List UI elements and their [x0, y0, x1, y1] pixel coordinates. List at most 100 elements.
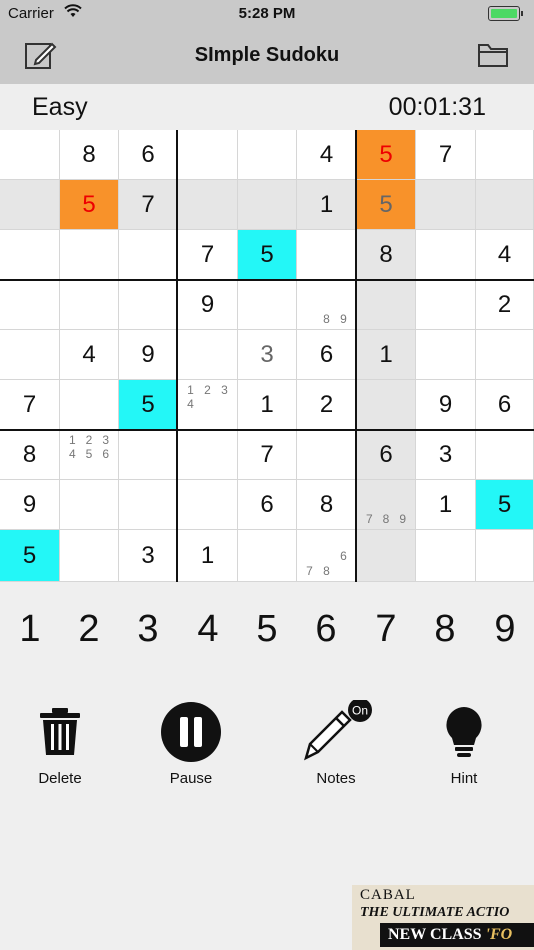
sudoku-cell[interactable] [238, 280, 297, 330]
sudoku-cell[interactable] [238, 180, 297, 230]
sudoku-cell[interactable] [416, 330, 476, 380]
sudoku-cell[interactable]: 6 [357, 430, 416, 480]
sudoku-cell[interactable]: 8 [0, 430, 60, 480]
sudoku-cell[interactable]: 6 [476, 380, 534, 430]
sudoku-cell[interactable]: 789 [357, 480, 416, 530]
sudoku-cell[interactable]: 9 [416, 380, 476, 430]
sudoku-cell[interactable] [0, 330, 60, 380]
sudoku-cell[interactable]: 8 [297, 480, 357, 530]
cell-value: 4 [319, 140, 334, 168]
sudoku-cell[interactable] [119, 430, 178, 480]
sudoku-cell[interactable]: 6 [119, 130, 178, 180]
sudoku-cell[interactable]: 2 [476, 280, 534, 330]
sudoku-cell[interactable] [178, 430, 238, 480]
sudoku-cell[interactable] [178, 480, 238, 530]
notes-button[interactable]: On Notes [286, 700, 386, 787]
sudoku-cell[interactable] [357, 380, 416, 430]
digit-1-button[interactable]: 1 [10, 608, 50, 651]
sudoku-cell[interactable]: 1 [357, 330, 416, 380]
pause-button[interactable]: Pause [141, 700, 241, 787]
sudoku-cell[interactable] [416, 530, 476, 582]
digit-8-button[interactable]: 8 [425, 608, 465, 651]
sudoku-cell[interactable] [416, 230, 476, 280]
folder-icon[interactable] [478, 42, 512, 68]
sudoku-cell[interactable] [476, 130, 534, 180]
sudoku-cell[interactable] [476, 330, 534, 380]
sudoku-cell[interactable] [60, 280, 119, 330]
sudoku-cell[interactable]: 8 [60, 130, 119, 180]
sudoku-cell[interactable]: 5 [357, 180, 416, 230]
sudoku-cell[interactable]: 3 [238, 330, 297, 380]
sudoku-cell[interactable] [60, 380, 119, 430]
sudoku-cell[interactable] [0, 230, 60, 280]
sudoku-cell[interactable] [60, 480, 119, 530]
sudoku-cell[interactable]: 3 [119, 530, 178, 582]
sudoku-cell[interactable] [357, 280, 416, 330]
sudoku-cell[interactable] [476, 180, 534, 230]
sudoku-cell[interactable]: 6 [297, 330, 357, 380]
hint-button[interactable]: Hint [414, 700, 514, 787]
sudoku-cell[interactable] [416, 180, 476, 230]
sudoku-cell[interactable]: 5 [476, 480, 534, 530]
digit-7-button[interactable]: 7 [366, 608, 406, 651]
sudoku-cell[interactable]: 9 [178, 280, 238, 330]
sudoku-cell[interactable]: 89 [297, 280, 357, 330]
sudoku-cell[interactable]: 1 [178, 530, 238, 582]
digit-2-button[interactable]: 2 [69, 608, 109, 651]
sudoku-cell[interactable]: 7 [119, 180, 178, 230]
sudoku-cell[interactable] [297, 430, 357, 480]
sudoku-cell[interactable] [238, 130, 297, 180]
sudoku-cell[interactable] [357, 530, 416, 582]
sudoku-cell[interactable] [0, 130, 60, 180]
sudoku-cell[interactable]: 7 [416, 130, 476, 180]
sudoku-cell[interactable] [178, 180, 238, 230]
digit-4-button[interactable]: 4 [188, 608, 228, 651]
sudoku-cell[interactable]: 8 [357, 230, 416, 280]
cell-value: 1 [379, 340, 393, 368]
sudoku-cell[interactable]: 1 [416, 480, 476, 530]
digit-5-button[interactable]: 5 [247, 608, 287, 651]
sudoku-cell[interactable]: 123 456 [60, 430, 119, 480]
digit-6-button[interactable]: 6 [306, 608, 346, 651]
sudoku-cell[interactable] [178, 330, 238, 380]
sudoku-cell[interactable] [60, 530, 119, 582]
sudoku-cell[interactable] [119, 230, 178, 280]
sudoku-cell[interactable] [0, 180, 60, 230]
sudoku-cell[interactable]: 6 [238, 480, 297, 530]
sudoku-cell[interactable]: 123 4 [178, 380, 238, 430]
sudoku-cell[interactable]: 7 [0, 380, 60, 430]
sudoku-cell[interactable] [238, 530, 297, 582]
sudoku-cell[interactable]: 2 [297, 380, 357, 430]
sudoku-cell[interactable]: 4 [60, 330, 119, 380]
sudoku-cell[interactable]: 4 [476, 230, 534, 280]
sudoku-cell[interactable] [0, 280, 60, 330]
sudoku-cell[interactable]: 1 [297, 180, 357, 230]
sudoku-cell[interactable] [119, 280, 178, 330]
sudoku-cell[interactable] [297, 230, 357, 280]
sudoku-cell[interactable] [476, 430, 534, 480]
sudoku-cell[interactable]: 5 [357, 130, 416, 180]
sudoku-cell[interactable] [178, 130, 238, 180]
sudoku-cell[interactable]: 5 [60, 180, 119, 230]
sudoku-cell[interactable]: 9 [119, 330, 178, 380]
sudoku-cell[interactable]: 7 [178, 230, 238, 280]
sudoku-cell[interactable] [119, 480, 178, 530]
sudoku-cell[interactable]: 6 78 [297, 530, 357, 582]
sudoku-cell[interactable] [60, 230, 119, 280]
sudoku-cell[interactable]: 5 [119, 380, 178, 430]
sudoku-cell[interactable] [416, 280, 476, 330]
delete-button[interactable]: Delete [10, 700, 110, 787]
cell-value: 6 [379, 440, 393, 468]
sudoku-cell[interactable] [476, 530, 534, 582]
status-bar: Carrier 5:28 PM [0, 0, 534, 28]
sudoku-cell[interactable]: 4 [297, 130, 357, 180]
sudoku-cell[interactable]: 3 [416, 430, 476, 480]
sudoku-cell[interactable]: 5 [0, 530, 60, 582]
sudoku-cell[interactable]: 7 [238, 430, 297, 480]
digit-3-button[interactable]: 3 [128, 608, 168, 651]
sudoku-cell[interactable]: 9 [0, 480, 60, 530]
sudoku-cell[interactable]: 1 [238, 380, 297, 430]
ad-banner[interactable]: CABAL THE ULTIMATE ACTIO NEW CLASS 'FO [352, 885, 534, 950]
sudoku-cell[interactable]: 5 [238, 230, 297, 280]
digit-9-button[interactable]: 9 [485, 608, 525, 651]
